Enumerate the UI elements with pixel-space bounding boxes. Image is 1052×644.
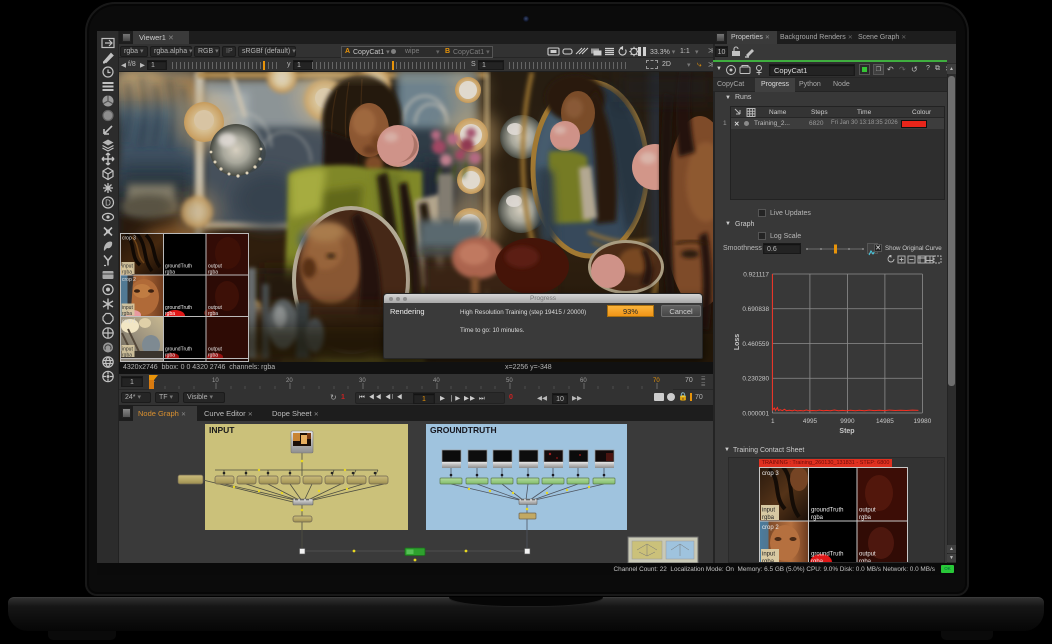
svg-text:input: input	[762, 508, 775, 514]
svg-text:10: 10	[212, 378, 219, 384]
svg-text:rgba: rgba	[165, 270, 175, 276]
svg-text:rgba: rgba	[165, 311, 175, 317]
svg-text:rgba: rgba	[208, 311, 218, 317]
svg-text:70: 70	[653, 378, 660, 384]
svg-text:19980: 19980	[914, 418, 932, 425]
svg-text:GROUNDTRUTH: GROUNDTRUTH	[430, 425, 497, 435]
svg-text:Step: Step	[839, 428, 854, 435]
svg-text:20: 20	[286, 378, 293, 384]
svg-text:rgba: rgba	[208, 353, 218, 359]
svg-text:Loss: Loss	[734, 334, 741, 350]
svg-text:input: input	[762, 552, 775, 558]
svg-text:output: output	[859, 508, 876, 514]
svg-text:INPUT: INPUT	[209, 425, 235, 435]
svg-text:rgba: rgba	[122, 270, 132, 276]
svg-text:rgba: rgba	[811, 515, 824, 521]
svg-text:rgba: rgba	[762, 515, 775, 521]
svg-text:0.460559: 0.460559	[742, 341, 769, 348]
svg-text:crop 1: crop 1	[122, 319, 136, 325]
svg-text:60: 60	[580, 378, 587, 384]
svg-text:groundTruth: groundTruth	[811, 552, 843, 558]
svg-text:crop 2: crop 2	[762, 525, 779, 531]
svg-text:9990: 9990	[840, 418, 855, 425]
svg-text:0.000001: 0.000001	[742, 411, 769, 418]
svg-text:0.921117: 0.921117	[743, 272, 769, 279]
svg-text:0.690838: 0.690838	[742, 306, 769, 313]
svg-text:rgba: rgba	[122, 311, 132, 317]
svg-text:rgba: rgba	[122, 353, 132, 359]
svg-text:4995: 4995	[803, 418, 818, 425]
svg-text:30: 30	[359, 378, 366, 384]
svg-text:40: 40	[433, 378, 440, 384]
svg-text:groundTruth: groundTruth	[811, 508, 843, 514]
svg-text:crop 3: crop 3	[122, 236, 136, 242]
svg-text:crop 3: crop 3	[762, 471, 779, 477]
svg-text:crop 2: crop 2	[122, 277, 136, 283]
svg-text:rgba: rgba	[859, 515, 872, 521]
svg-text:0.230280: 0.230280	[742, 376, 769, 383]
svg-text:14985: 14985	[876, 418, 894, 425]
svg-text:50: 50	[506, 378, 513, 384]
svg-text:rgba: rgba	[165, 353, 175, 359]
svg-text:1: 1	[771, 418, 775, 425]
svg-text:D: D	[105, 198, 111, 207]
svg-text:rgba: rgba	[208, 270, 218, 276]
svg-text:output: output	[859, 552, 876, 558]
